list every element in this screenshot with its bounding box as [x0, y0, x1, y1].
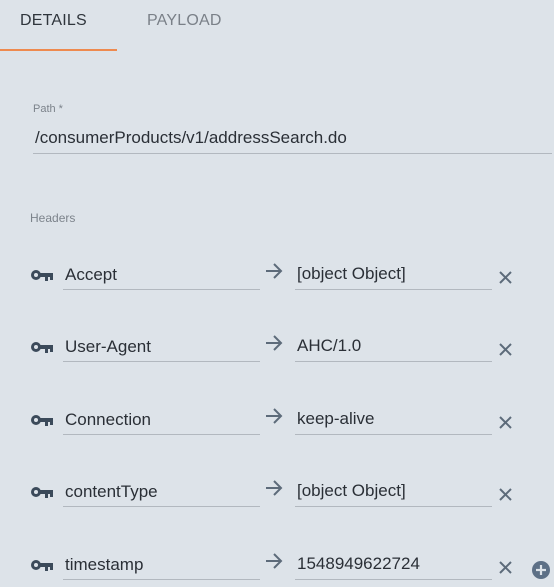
headers-label: Headers [30, 211, 76, 225]
header-value-text: AHC/1.0 [297, 336, 362, 355]
tab-payload[interactable]: PAYLOAD [147, 12, 222, 30]
header-key-input[interactable]: User-Agent [63, 332, 260, 362]
close-icon[interactable] [498, 487, 513, 502]
header-key-input[interactable]: Connection [63, 405, 260, 435]
arrow-right-icon [266, 553, 283, 569]
key-icon [31, 342, 53, 353]
path-input[interactable] [33, 122, 552, 154]
active-tab-indicator [0, 49, 117, 51]
close-icon[interactable] [498, 270, 513, 285]
header-key-input[interactable]: timestamp [63, 550, 260, 580]
header-key-text: Connection [65, 410, 152, 429]
header-row: timestamp 1548949622724 [0, 550, 554, 587]
tab-details[interactable]: DETAILS [20, 12, 87, 30]
key-icon [31, 415, 53, 426]
key-icon [31, 270, 53, 281]
tab-bar: DETAILS PAYLOAD [0, 0, 554, 52]
path-label: Path * [33, 103, 63, 115]
close-icon[interactable] [498, 415, 513, 430]
request-details-panel: DETAILS PAYLOAD Path * Headers Accept [o… [0, 0, 554, 587]
header-key-text: timestamp [65, 555, 144, 574]
header-row: Accept [object Object] [0, 260, 554, 300]
header-value-input[interactable]: [object Object] [295, 477, 492, 507]
header-value-input[interactable]: AHC/1.0 [295, 332, 492, 362]
key-icon [31, 487, 53, 498]
header-row: Connection keep-alive [0, 405, 554, 445]
close-icon[interactable] [498, 342, 513, 357]
header-key-input[interactable]: contentType [63, 477, 260, 507]
header-row: User-Agent AHC/1.0 [0, 332, 554, 372]
arrow-right-icon [266, 408, 283, 424]
header-value-input[interactable]: 1548949622724 [295, 550, 492, 580]
close-icon[interactable] [498, 560, 513, 575]
header-value-text: 1548949622724 [297, 554, 420, 573]
arrow-right-icon [266, 480, 283, 496]
header-key-text: User-Agent [65, 337, 151, 356]
arrow-right-icon [266, 263, 283, 279]
header-value-text: [object Object] [297, 481, 406, 500]
arrow-right-icon [266, 335, 283, 351]
header-key-text: contentType [65, 482, 158, 501]
header-value-input[interactable]: [object Object] [295, 260, 492, 290]
key-icon [31, 560, 53, 571]
header-key-input[interactable]: Accept [63, 260, 260, 290]
header-value-input[interactable]: keep-alive [295, 405, 492, 435]
add-circle-icon[interactable] [531, 560, 551, 580]
header-value-text: [object Object] [297, 264, 406, 283]
header-value-text: keep-alive [297, 409, 375, 428]
header-row: contentType [object Object] [0, 477, 554, 517]
header-key-text: Accept [65, 265, 117, 284]
